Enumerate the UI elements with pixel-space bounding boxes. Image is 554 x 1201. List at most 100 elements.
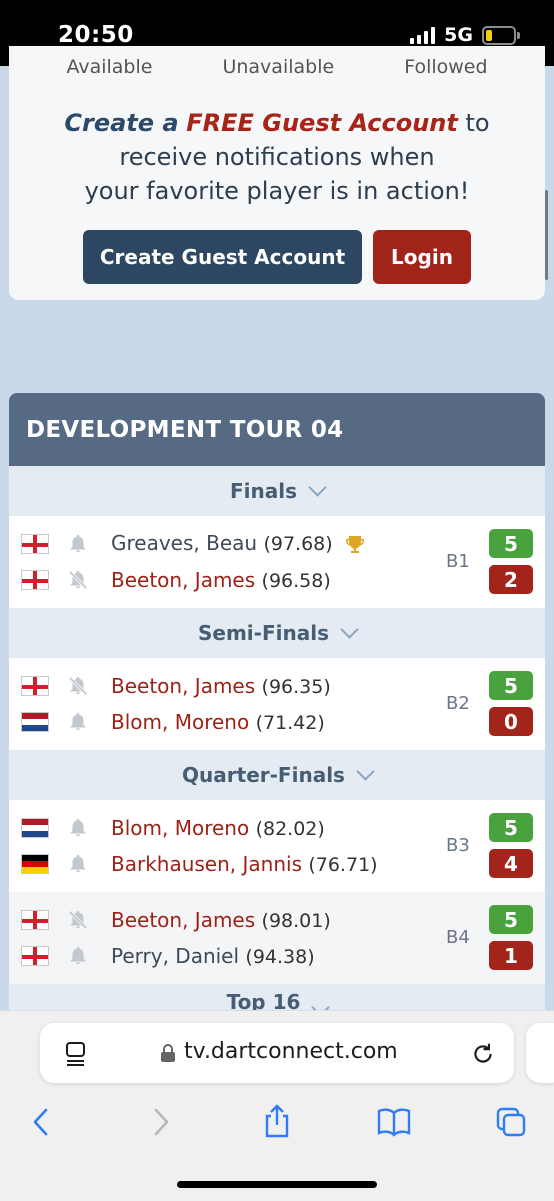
score-badge: 4	[489, 849, 533, 878]
promo-line-2: receive notifications when	[119, 143, 435, 171]
bell-icon[interactable]	[67, 711, 89, 733]
trophy-icon	[346, 535, 365, 553]
back-icon[interactable]	[30, 1107, 52, 1137]
filter-labels: Available Unavailable Followed	[9, 56, 545, 78]
browser-toolbar: tv.dartconnect.com	[0, 1010, 554, 1201]
england-flag-icon	[21, 534, 49, 554]
round-header-quarter-finals[interactable]: Quarter-Finals	[9, 750, 545, 800]
player-average: (94.38)	[245, 946, 315, 968]
next-tab-preview[interactable]	[526, 1023, 554, 1083]
create-guest-account-button[interactable]: Create Guest Account	[83, 230, 362, 284]
promo-message: Create a FREE Guest Account to receive n…	[9, 106, 545, 208]
bookmarks-icon[interactable]	[376, 1107, 412, 1137]
filter-available[interactable]: Available	[66, 56, 152, 78]
player-average: (82.02)	[255, 818, 325, 840]
tabs-icon[interactable]	[495, 1106, 527, 1138]
player-row: Beeton, James (96.58)	[9, 563, 469, 597]
player-entry[interactable]: Beeton, James (96.58)	[111, 568, 331, 592]
filter-unavailable[interactable]: Unavailable	[222, 56, 334, 78]
round-label: Quarter-Finals	[182, 763, 345, 787]
netherlands-flag-icon	[21, 818, 49, 838]
tournament-title: DEVELOPMENT TOUR 04	[9, 393, 545, 466]
player-entry[interactable]: Greaves, Beau (97.68)	[111, 531, 367, 557]
share-icon[interactable]	[261, 1103, 293, 1139]
round-label: Semi-Finals	[198, 621, 329, 645]
score-badge: 5	[489, 905, 533, 934]
forward-icon[interactable]	[150, 1107, 172, 1137]
england-flag-icon	[21, 910, 49, 930]
player-average: (97.68)	[263, 533, 333, 556]
promo-line-3: your favorite player is in action!	[84, 177, 470, 205]
match-row[interactable]: Beeton, James (96.35) Blom, Moreno (71.4…	[9, 658, 545, 750]
match-row[interactable]: Blom, Moreno (82.02) Barkhausen, Jannis …	[9, 800, 545, 892]
reload-icon[interactable]	[470, 1041, 496, 1067]
page-menu-icon[interactable]	[64, 1041, 88, 1067]
player-name[interactable]: Perry, Daniel	[111, 944, 239, 968]
player-row: Greaves, Beau (97.68)	[9, 527, 469, 561]
board-label: B3	[446, 835, 470, 856]
board-label: B2	[446, 693, 470, 714]
address-bar[interactable]: tv.dartconnect.com	[40, 1023, 514, 1083]
bell-off-icon[interactable]	[67, 675, 89, 697]
home-indicator[interactable]	[177, 1181, 377, 1188]
bell-icon[interactable]	[67, 945, 89, 967]
player-entry[interactable]: Beeton, James (96.35)	[111, 674, 331, 698]
guest-account-promo: Available Unavailable Followed Create a …	[9, 46, 545, 300]
player-name[interactable]: Blom, Moreno	[111, 710, 249, 734]
status-indicators: 5G	[410, 24, 520, 46]
chevron-down-icon	[340, 620, 359, 639]
player-name[interactable]: Greaves, Beau	[111, 531, 257, 555]
chevron-down-icon	[356, 762, 375, 781]
player-entry[interactable]: Blom, Moreno (71.42)	[111, 710, 325, 734]
round-header-finals[interactable]: Finals	[9, 466, 545, 516]
germany-flag-icon	[21, 854, 49, 874]
promo-free: FREE Guest Account	[186, 109, 458, 137]
login-button[interactable]: Login	[373, 230, 471, 284]
score-badge: 5	[489, 813, 533, 842]
match-row[interactable]: Beeton, James (98.01) Perry, Daniel (94.…	[9, 892, 545, 984]
player-entry[interactable]: Blom, Moreno (82.02)	[111, 816, 325, 840]
player-entry[interactable]: Barkhausen, Jannis (76.71)	[111, 852, 378, 876]
player-entry[interactable]: Beeton, James (98.01)	[111, 908, 331, 932]
bell-icon[interactable]	[67, 817, 89, 839]
player-entry[interactable]: Perry, Daniel (94.38)	[111, 944, 315, 968]
url-text[interactable]: tv.dartconnect.com	[184, 1039, 398, 1064]
player-name[interactable]: Beeton, James	[111, 908, 255, 932]
scroll-indicator[interactable]	[545, 190, 548, 280]
chevron-down-icon	[308, 478, 327, 497]
player-name[interactable]: Blom, Moreno	[111, 816, 249, 840]
round-header-semi-finals[interactable]: Semi-Finals	[9, 608, 545, 658]
score-badge: 5	[489, 671, 533, 700]
player-name[interactable]: Beeton, James	[111, 674, 255, 698]
player-row: Beeton, James (96.35)	[9, 669, 469, 703]
player-average: (76.71)	[308, 854, 378, 876]
bell-off-icon[interactable]	[67, 909, 89, 931]
player-row: Barkhausen, Jannis (76.71)	[9, 847, 469, 881]
board-label: B1	[446, 551, 470, 572]
bell-icon[interactable]	[67, 533, 89, 555]
bell-off-icon[interactable]	[67, 569, 89, 591]
lock-icon	[161, 1044, 175, 1062]
score-badge: 0	[489, 707, 533, 736]
england-flag-icon	[21, 946, 49, 966]
tournament-panel: DEVELOPMENT TOUR 04 Finals Greaves, Beau…	[9, 393, 545, 1013]
round-header-top-16[interactable]: Top 16	[9, 984, 545, 1013]
player-average: (98.01)	[261, 910, 331, 932]
player-row: Beeton, James (98.01)	[9, 903, 469, 937]
match-row[interactable]: Greaves, Beau (97.68) Beeton, James (96.…	[9, 516, 545, 608]
player-name[interactable]: Barkhausen, Jannis	[111, 852, 302, 876]
bell-icon[interactable]	[67, 853, 89, 875]
player-row: Perry, Daniel (94.38)	[9, 939, 469, 973]
netherlands-flag-icon	[21, 712, 49, 732]
status-time: 20:50	[58, 22, 134, 48]
player-name[interactable]: Beeton, James	[111, 568, 255, 592]
england-flag-icon	[21, 570, 49, 590]
score-badge: 5	[489, 529, 533, 558]
signal-icon	[410, 26, 436, 44]
filter-followed[interactable]: Followed	[404, 56, 487, 78]
england-flag-icon	[21, 676, 49, 696]
score-badge: 2	[489, 565, 533, 594]
promo-to: to	[465, 109, 490, 137]
score-badge: 1	[489, 941, 533, 970]
player-average: (71.42)	[255, 712, 325, 734]
